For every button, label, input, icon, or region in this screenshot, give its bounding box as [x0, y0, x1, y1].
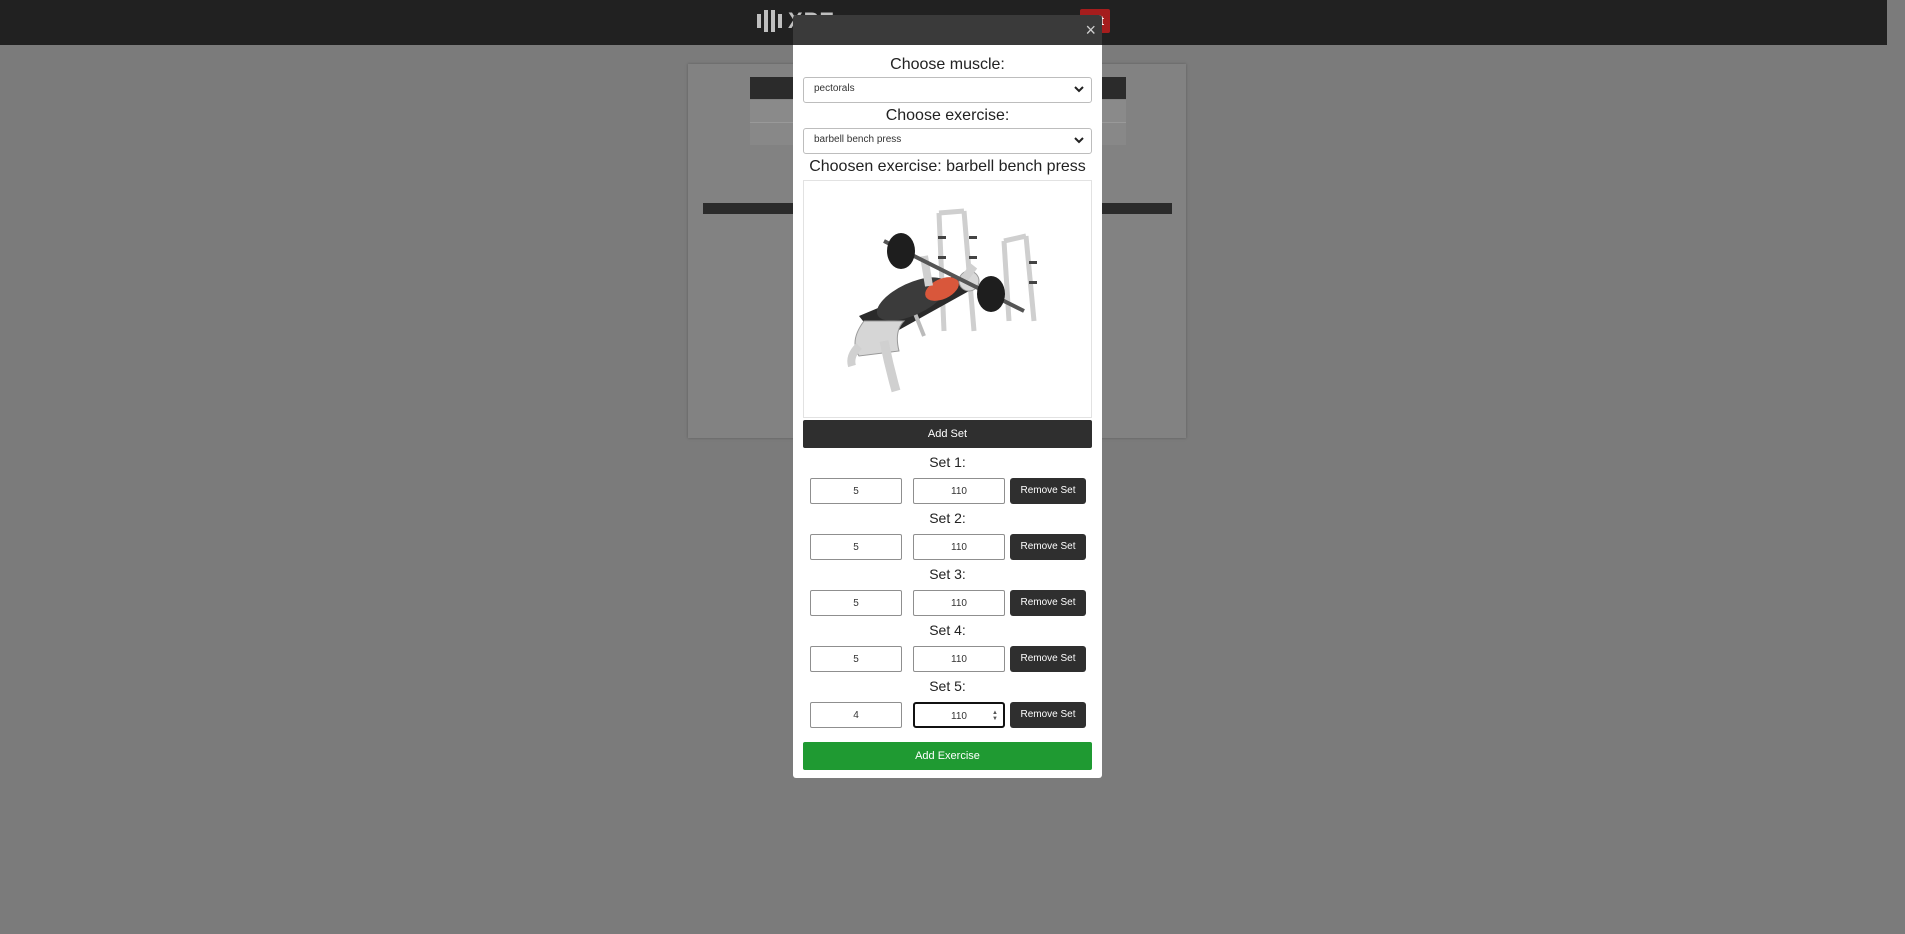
set-row: 5 110 Remove Set	[793, 644, 1102, 674]
add-set-button[interactable]: Add Set	[803, 420, 1092, 448]
set-row: 5 110 Remove Set	[793, 532, 1102, 562]
reps-input[interactable]: 5	[810, 646, 902, 672]
set-row: 5 110 Remove Set	[793, 476, 1102, 506]
chosen-exercise-label: Choosen exercise: barbell bench press	[809, 158, 1086, 175]
set-label: Set 3:	[929, 566, 966, 582]
weight-input[interactable]: 110	[913, 534, 1005, 560]
modal-header: ×	[793, 15, 1102, 45]
chevron-down-icon	[1074, 137, 1084, 144]
remove-set-button[interactable]: Remove Set	[1010, 534, 1086, 560]
set-row: 4 110 ▲ ▼ Remove Set	[793, 700, 1102, 730]
set-row: 5 110 Remove Set	[793, 588, 1102, 618]
bench-press-illustration	[847, 208, 1037, 393]
exercise-select-value: barbell bench press	[814, 134, 902, 145]
weight-input[interactable]: 110	[913, 590, 1005, 616]
set-label: Set 2:	[929, 510, 966, 526]
reps-input[interactable]: 4	[810, 702, 902, 728]
remove-set-button[interactable]: Remove Set	[1010, 478, 1086, 504]
set-label: Set 4:	[929, 622, 966, 638]
chevron-down-icon	[1074, 86, 1084, 93]
exercise-illustration	[803, 180, 1092, 418]
remove-set-button[interactable]: Remove Set	[1010, 646, 1086, 672]
remove-set-button[interactable]: Remove Set	[1010, 702, 1086, 728]
reps-input[interactable]: 5	[810, 590, 902, 616]
choose-muscle-label: Choose muscle:	[890, 56, 1005, 73]
weight-input-focused[interactable]: 110 ▲ ▼	[913, 702, 1005, 728]
choose-exercise-label: Choose exercise:	[885, 107, 1010, 124]
weight-input[interactable]: 110	[913, 478, 1005, 504]
set-label: Set 1:	[929, 454, 966, 470]
exercise-select[interactable]: barbell bench press	[803, 128, 1092, 154]
reps-input[interactable]: 5	[810, 478, 902, 504]
muscle-select[interactable]: pectorals	[803, 77, 1092, 103]
close-icon[interactable]: ×	[1085, 20, 1096, 40]
dumbbell-icon	[757, 10, 782, 32]
muscle-select-value: pectorals	[814, 83, 855, 94]
page-scrollbar[interactable]	[1887, 0, 1905, 934]
remove-set-button[interactable]: Remove Set	[1010, 590, 1086, 616]
weight-input[interactable]: 110	[913, 646, 1005, 672]
set-label: Set 5:	[929, 678, 966, 694]
weight-value: 110	[951, 711, 967, 722]
spinner-arrows-icon[interactable]: ▲ ▼	[992, 710, 998, 722]
add-exercise-modal: × Choose muscle: pectorals Choose exerci…	[793, 15, 1102, 778]
reps-input[interactable]: 5	[810, 534, 902, 560]
add-exercise-button[interactable]: Add Exercise	[803, 742, 1092, 770]
